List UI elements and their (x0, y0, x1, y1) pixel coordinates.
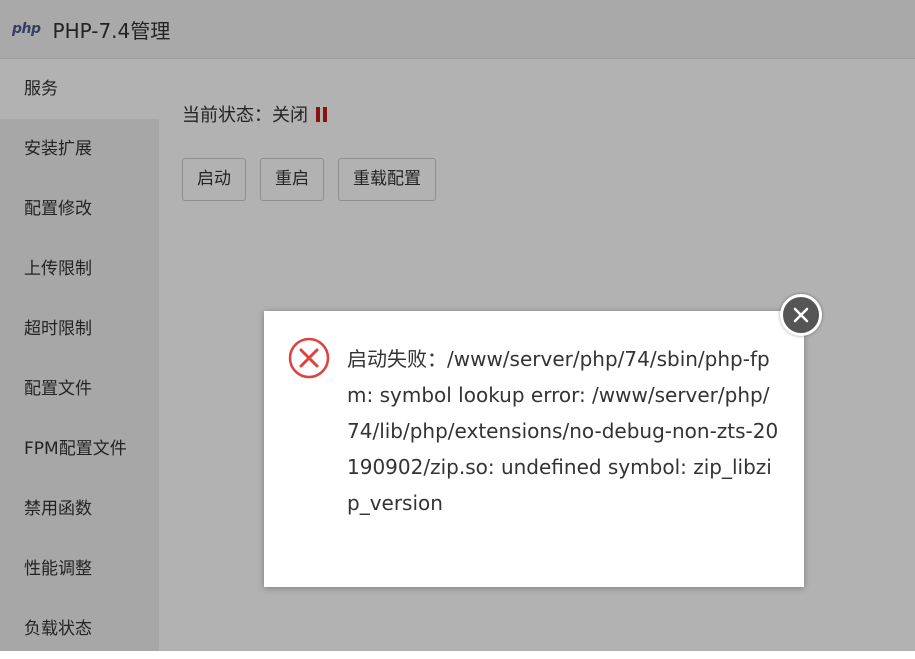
close-dialog-button[interactable] (780, 294, 822, 336)
error-message: 启动失败：/www/server/php/74/sbin/php-fpm: sy… (347, 347, 779, 515)
error-dialog: 启动失败：/www/server/php/74/sbin/php-fpm: sy… (264, 311, 804, 587)
close-icon (793, 307, 809, 323)
error-circle-icon (288, 337, 330, 379)
app-window: php PHP-7.4管理 服务 安装扩展 配置修改 上传限制 超时限制 配置文… (0, 0, 915, 651)
